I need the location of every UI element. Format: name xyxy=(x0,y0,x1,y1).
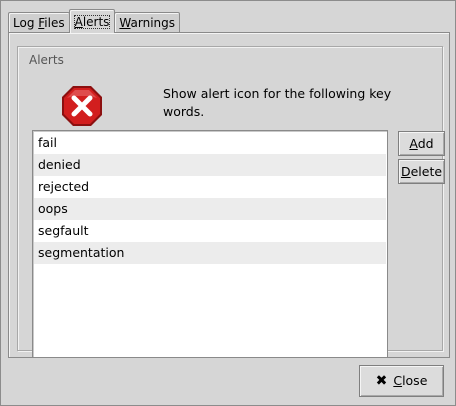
list-item[interactable]: fail xyxy=(34,132,386,154)
delete-button[interactable]: Delete xyxy=(398,159,445,184)
tab-alerts[interactable]: Alerts xyxy=(68,9,116,33)
alert-stop-icon xyxy=(62,86,102,126)
log-viewer-preferences-window: Log Files Alerts Warnings Alerts Show al… xyxy=(0,0,456,406)
add-button[interactable]: Add xyxy=(398,131,445,156)
list-item[interactable]: denied xyxy=(34,154,386,176)
list-item[interactable]: segmentation xyxy=(34,242,386,264)
list-item[interactable]: rejected xyxy=(34,176,386,198)
tab-label: Log Files xyxy=(13,16,65,30)
tab-warnings[interactable]: Warnings xyxy=(114,12,181,33)
close-icon: ✖ xyxy=(375,373,388,389)
tab-log-files[interactable]: Log Files xyxy=(8,12,70,33)
tab-label: Alerts xyxy=(73,15,111,29)
close-button[interactable]: ✖ Close xyxy=(359,365,444,397)
frame-label: Alerts xyxy=(27,53,66,67)
tab-bar: Log Files Alerts Warnings xyxy=(8,9,181,33)
keyword-list[interactable]: fail denied rejected oops segfault segmentati… xyxy=(32,130,388,358)
alert-description: Show alert icon for the following key wo… xyxy=(163,86,392,119)
close-label: Close xyxy=(393,373,428,388)
alerts-frame: Alerts Show alert icon for the following… xyxy=(17,46,445,358)
tab-label: Warnings xyxy=(119,16,176,30)
list-item[interactable]: oops xyxy=(34,198,386,220)
alerts-page: Alerts Show alert icon for the following… xyxy=(8,32,450,358)
list-item[interactable]: segfault xyxy=(34,220,386,242)
